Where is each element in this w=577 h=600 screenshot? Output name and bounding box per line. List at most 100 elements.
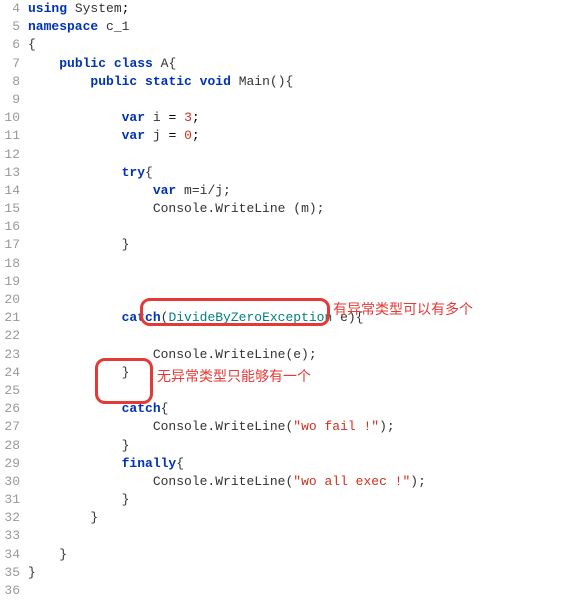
line-number-gutter: 4567891011121314151617181920212223242526… [0,0,28,600]
paren: (e); [285,347,316,362]
code-area[interactable]: using System; namespace c_1 { public cla… [28,0,577,600]
line-number: 9 [0,91,20,109]
code-line [28,382,577,400]
keyword-try: try [122,165,145,180]
keyword-catch: catch [122,401,161,416]
number: 0 [184,128,192,143]
method-call: Console.WriteLine [153,419,286,434]
method-call: Console.WriteLine [153,347,286,362]
code-line: var j = 0; [28,127,577,145]
code-line: catch{ [28,400,577,418]
line-number: 4 [0,0,20,18]
code-line: finally{ [28,455,577,473]
line-number: 20 [0,291,20,309]
code-line: } [28,564,577,582]
keyword-var: var [122,110,145,125]
line-number: 25 [0,382,20,400]
code-line [28,527,577,545]
number: 3 [184,110,192,125]
line-number: 8 [0,73,20,91]
code-line [28,582,577,600]
line-number: 11 [0,127,20,145]
line-number: 34 [0,546,20,564]
code-line: } [28,491,577,509]
code-line: catch(DivideByZeroException e){ [28,309,577,327]
brace: } [122,438,130,453]
line-number: 10 [0,109,20,127]
line-number: 29 [0,455,20,473]
brace: } [28,565,36,580]
identifier: c_1 [106,19,129,34]
keyword-public: public [59,56,106,71]
code-line [28,255,577,273]
keyword-var: var [153,183,176,198]
code-line: } [28,364,577,382]
equals: = [168,128,176,143]
brace: } [122,237,130,252]
line-number: 30 [0,473,20,491]
code-line: namespace c_1 [28,18,577,36]
line-number: 17 [0,236,20,254]
code-editor: 4567891011121314151617181920212223242526… [0,0,577,600]
brace: { [28,37,36,52]
line-number: 23 [0,346,20,364]
line-number: 36 [0,582,20,600]
line-number: 33 [0,527,20,545]
method-call: Console.WriteLine [153,474,286,489]
line-number: 14 [0,182,20,200]
brace: } [59,547,67,562]
keyword-void: void [200,74,231,89]
code-line [28,91,577,109]
keyword-public: public [90,74,137,89]
line-number: 18 [0,255,20,273]
line-number: 35 [0,564,20,582]
line-number: 21 [0,309,20,327]
code-line: var m=i/j; [28,182,577,200]
exception-type: DivideByZeroException [168,310,332,325]
identifier: i [153,110,161,125]
line-number: 5 [0,18,20,36]
code-line: } [28,546,577,564]
expression: m=i/j; [184,183,231,198]
identifier: System [75,1,122,16]
brace: { [145,165,153,180]
paren: ); [379,419,395,434]
brace: } [122,365,130,380]
line-number: 15 [0,200,20,218]
keyword-static: static [145,74,192,89]
code-line: } [28,236,577,254]
identifier: j [153,128,161,143]
code-line: using System; [28,0,577,18]
line-number: 16 [0,218,20,236]
code-line: public static void Main(){ [28,73,577,91]
brace: } [122,492,130,507]
code-line: Console.WriteLine(e); [28,346,577,364]
line-number: 31 [0,491,20,509]
brace: { [168,56,176,71]
line-number: 13 [0,164,20,182]
string-literal: "wo fail !" [293,419,379,434]
code-line: } [28,437,577,455]
line-number: 32 [0,509,20,527]
identifier: e [340,310,348,325]
code-line: Console.WriteLine("wo all exec !"); [28,473,577,491]
paren: ); [410,474,426,489]
line-number: 22 [0,327,20,345]
code-line [28,291,577,309]
code-line: { [28,36,577,54]
paren: ) [348,310,356,325]
keyword-var: var [122,128,145,143]
code-line [28,327,577,345]
line-number: 12 [0,146,20,164]
code-line [28,218,577,236]
keyword-class: class [114,56,153,71]
method-name: Main [239,74,270,89]
brace: { [356,310,364,325]
line-number: 7 [0,55,20,73]
paren: (m); [293,201,324,216]
string-literal: "wo all exec !" [293,474,410,489]
line-number: 26 [0,400,20,418]
line-number: 6 [0,36,20,54]
code-line: var i = 3; [28,109,577,127]
code-line: Console.WriteLine (m); [28,200,577,218]
